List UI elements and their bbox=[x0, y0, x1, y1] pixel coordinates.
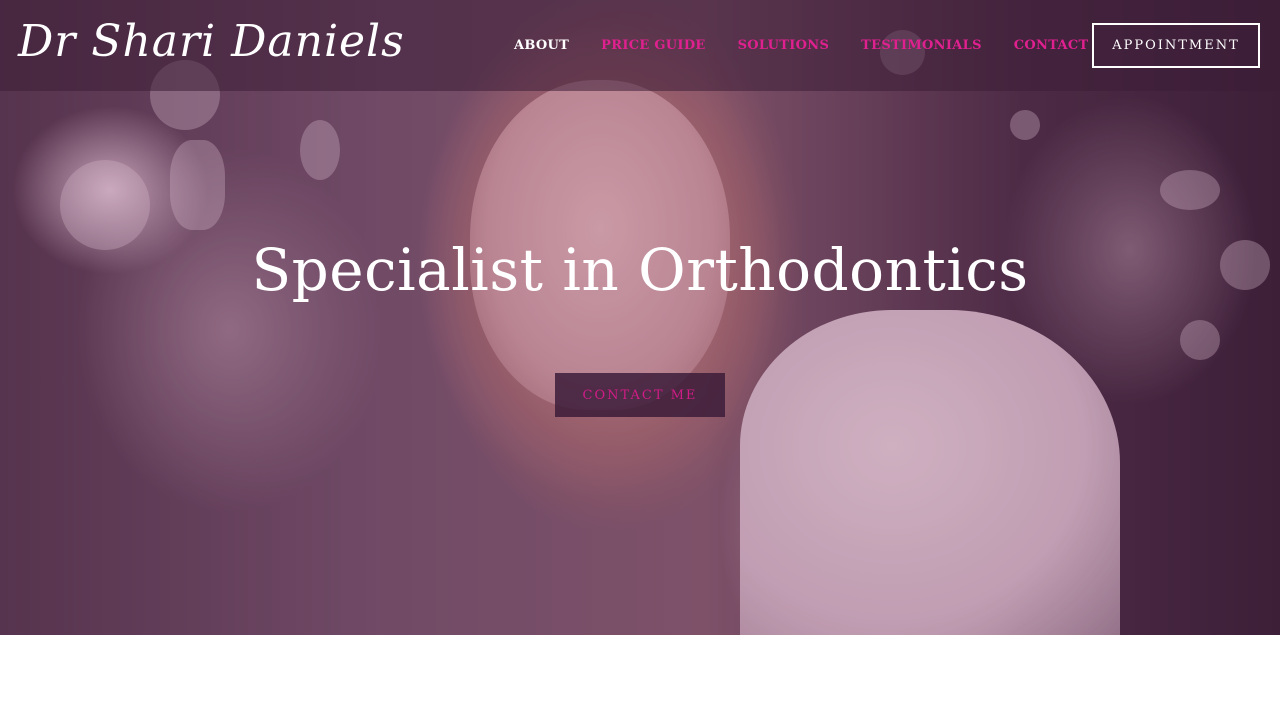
nav-item-testimonials[interactable]: TESTIMONIALS bbox=[853, 36, 990, 55]
nav-item-contact[interactable]: CONTACT bbox=[1006, 36, 1097, 55]
hero-overlay bbox=[0, 0, 1280, 635]
nav-item-solutions[interactable]: SOLUTIONS bbox=[730, 36, 838, 55]
appointment-button[interactable]: APPOINTMENT bbox=[1092, 23, 1260, 68]
hero-headline: Specialist in Orthodontics bbox=[251, 236, 1029, 304]
site-logo[interactable]: Dr Shari Daniels bbox=[18, 12, 405, 72]
nav-item-about[interactable]: ABOUT bbox=[506, 36, 577, 55]
hero-section: Specialist in Orthodontics CONTACT ME bbox=[0, 0, 1280, 635]
top-navbar: Dr Shari Daniels ABOUT PRICE GUIDE SOLUT… bbox=[0, 0, 1280, 91]
contact-me-button[interactable]: CONTACT ME bbox=[555, 373, 725, 417]
page-content-start bbox=[0, 635, 1280, 720]
main-nav: ABOUT PRICE GUIDE SOLUTIONS TESTIMONIALS… bbox=[498, 34, 1105, 56]
nav-item-price-guide[interactable]: PRICE GUIDE bbox=[593, 36, 713, 55]
